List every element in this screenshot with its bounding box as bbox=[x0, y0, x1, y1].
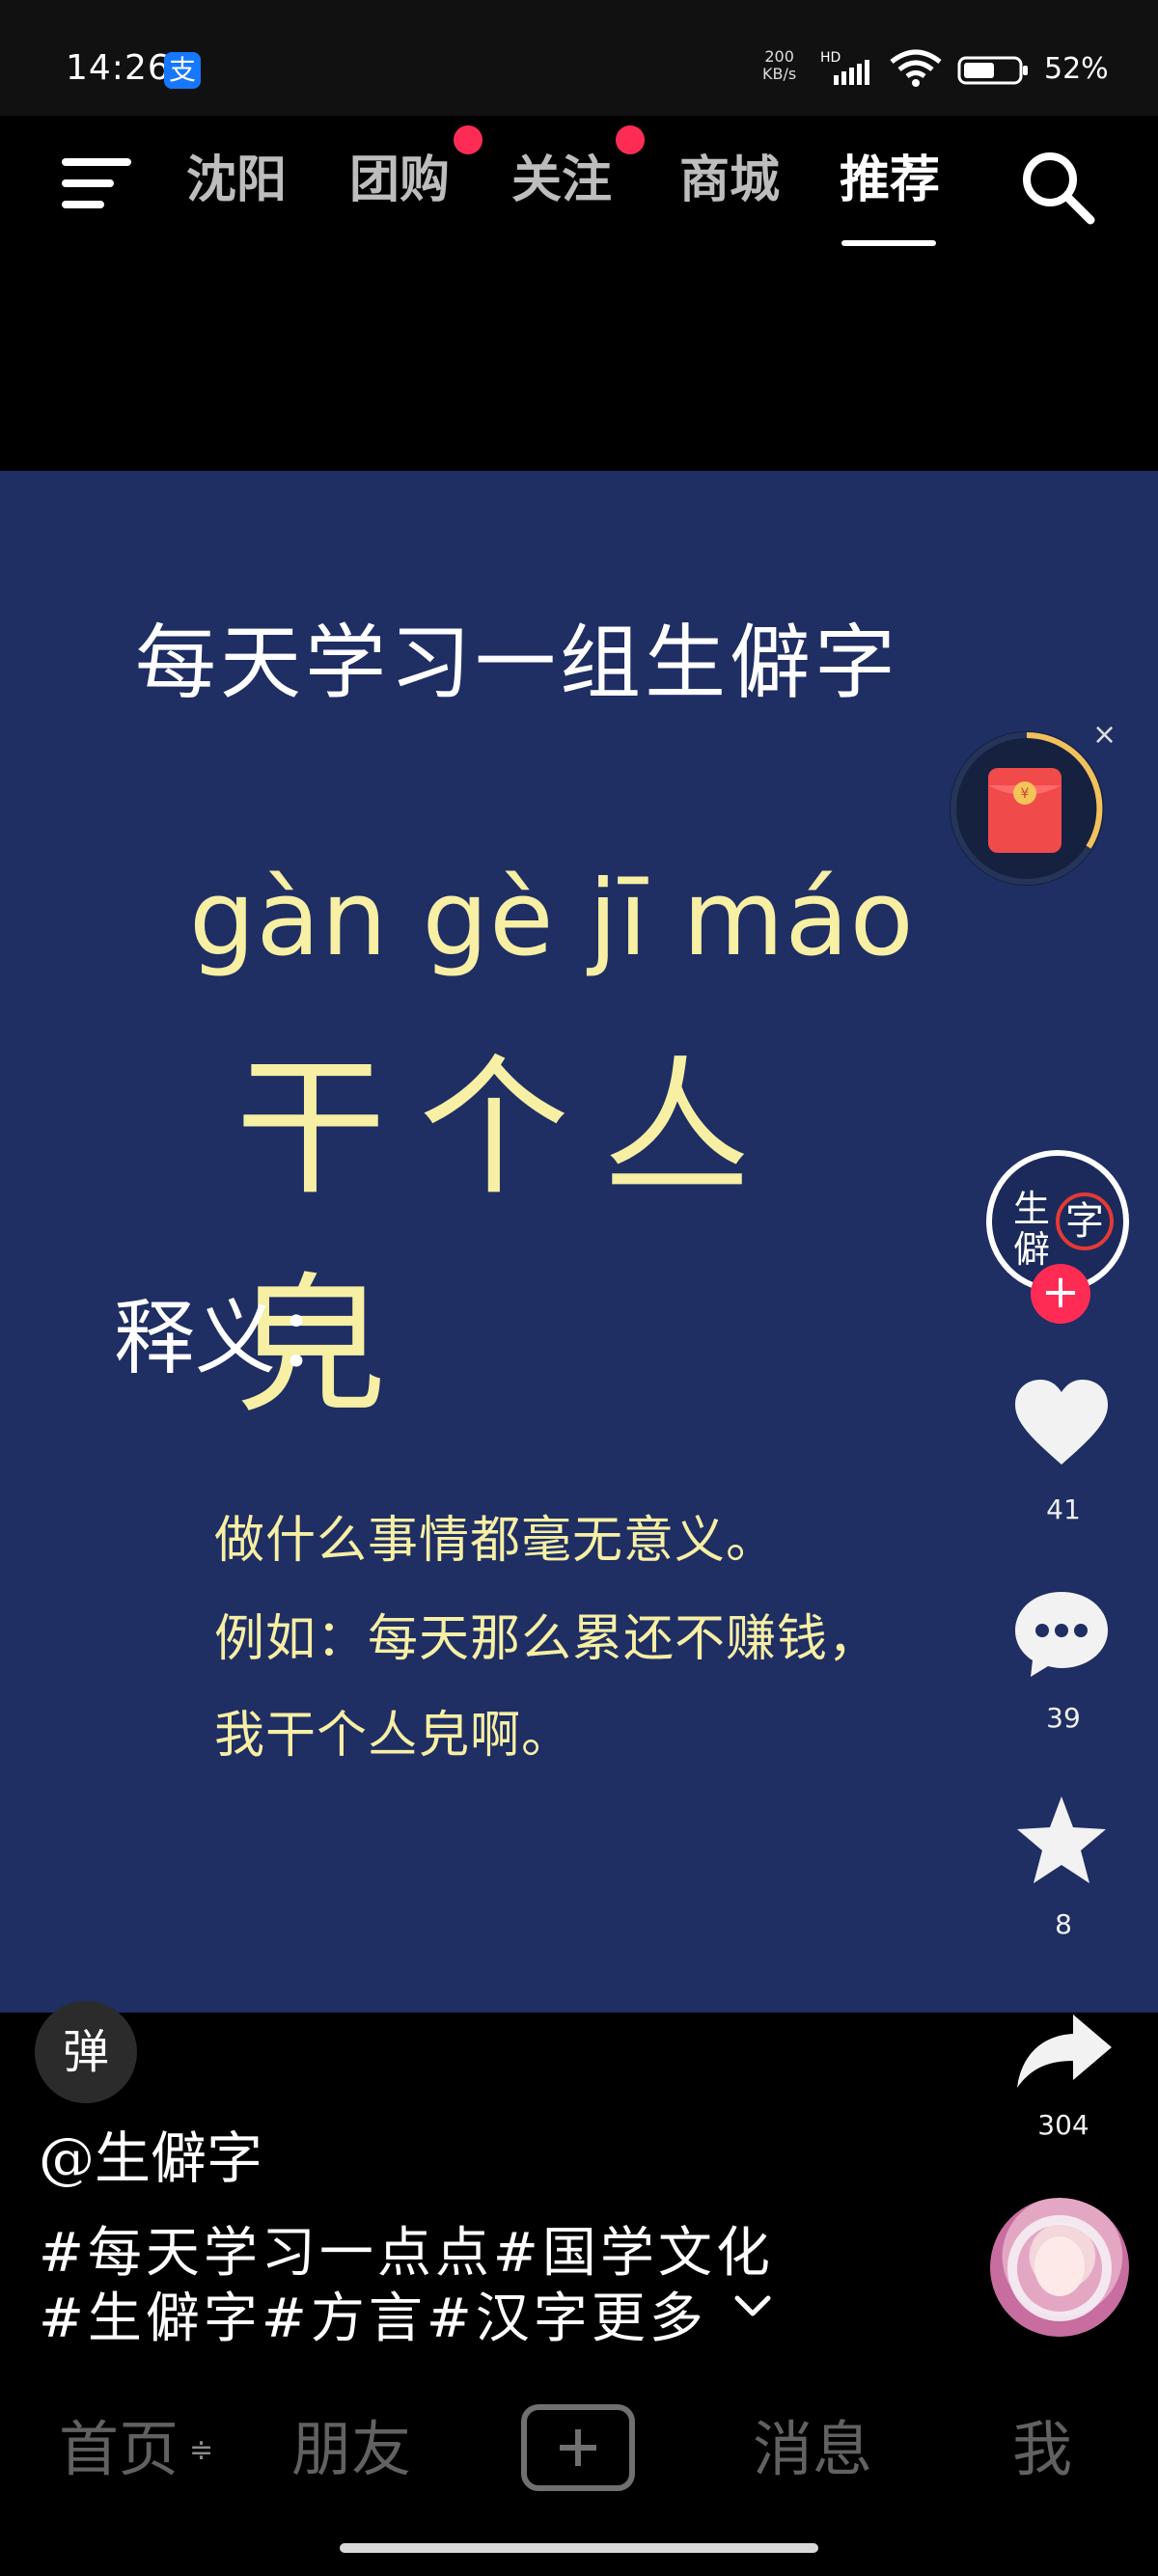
plus-square-icon[interactable] bbox=[521, 2404, 635, 2491]
definition-line-2: 例如：每天那么累还不赚钱， bbox=[214, 1610, 880, 1668]
comment-count: 39 bbox=[1046, 1702, 1081, 1734]
tab-group-buy[interactable]: 团购 bbox=[344, 147, 455, 214]
video-headline: 每天学习一组生僻字 bbox=[135, 616, 900, 710]
like-count: 41 bbox=[1046, 1494, 1081, 1525]
share-count: 304 bbox=[1037, 2109, 1089, 2141]
svg-text:¥: ¥ bbox=[1021, 786, 1030, 802]
tab-messages[interactable]: 消息 bbox=[749, 2416, 876, 2483]
tab-group-buy-badge bbox=[454, 125, 482, 154]
home-indicator[interactable] bbox=[340, 2543, 818, 2553]
heart-icon[interactable] bbox=[1011, 1378, 1112, 1470]
network-speed-value: 200 bbox=[764, 47, 794, 66]
tab-following-badge bbox=[616, 125, 645, 154]
danmaku-button[interactable]: 弹 bbox=[35, 2001, 137, 2103]
tags-line-2[interactable]: #生僻字#方言#汉字更多 bbox=[39, 2275, 707, 2353]
favorite-count: 8 bbox=[1055, 1908, 1072, 1940]
tab-mall[interactable]: 商城 bbox=[674, 147, 786, 214]
active-tab-indicator bbox=[841, 240, 936, 246]
chevron-down-icon[interactable] bbox=[733, 2292, 772, 2321]
creator-handle[interactable]: @生僻字 bbox=[39, 2113, 262, 2194]
share-icon[interactable] bbox=[1011, 2007, 1116, 2097]
creator-avatar-text-3: 字 bbox=[1056, 1192, 1114, 1250]
music-avatar[interactable] bbox=[990, 2198, 1129, 2337]
definition-line-3: 我干个亼皃啊。 bbox=[214, 1707, 573, 1765]
follow-button[interactable]: + bbox=[1031, 1264, 1090, 1324]
battery-level: 52% bbox=[1044, 52, 1109, 86]
music-avatar-face bbox=[1034, 2236, 1085, 2296]
wifi-icon bbox=[888, 46, 944, 91]
menu-icon[interactable] bbox=[58, 152, 137, 216]
refresh-indicator: ≑ bbox=[189, 2433, 214, 2467]
alipay-icon: 支 bbox=[164, 52, 201, 89]
status-time: 14:26 bbox=[66, 48, 171, 88]
network-type-label: HD bbox=[820, 50, 841, 66]
signal-icon: HD bbox=[820, 48, 878, 91]
red-packet-close-button[interactable]: × bbox=[1092, 718, 1117, 752]
red-packet-icon[interactable]: ¥ bbox=[984, 760, 1065, 857]
battery-icon bbox=[957, 54, 1031, 87]
search-icon[interactable] bbox=[1015, 145, 1100, 230]
comment-icon[interactable] bbox=[1011, 1588, 1112, 1681]
network-speed: 200 KB/s bbox=[762, 48, 796, 83]
network-speed-unit: KB/s bbox=[762, 65, 797, 83]
tab-recommend[interactable]: 推荐 bbox=[834, 147, 946, 214]
definition-label: 释义： bbox=[114, 1291, 358, 1385]
definition-line-1: 做什么事情都毫无意义。 bbox=[214, 1512, 778, 1570]
pinyin-text: gàn gè jī máo bbox=[189, 859, 915, 979]
tab-shenyang[interactable]: 沈阳 bbox=[183, 147, 290, 214]
tab-me[interactable]: 我 bbox=[1004, 2416, 1081, 2483]
star-icon[interactable] bbox=[1011, 1793, 1112, 1889]
tab-following[interactable]: 关注 bbox=[506, 147, 618, 214]
tab-home[interactable]: 首页 bbox=[56, 2416, 181, 2483]
tab-friends[interactable]: 朋友 bbox=[288, 2416, 415, 2483]
